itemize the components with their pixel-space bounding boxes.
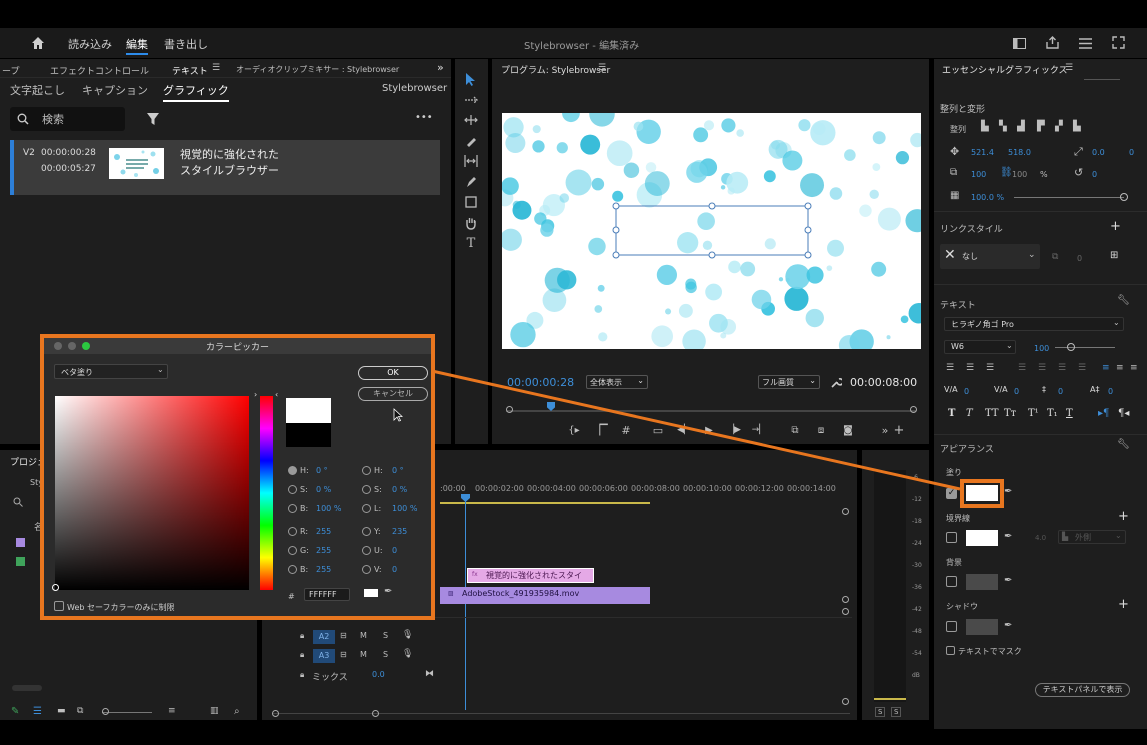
radio-g[interactable] (288, 546, 297, 555)
s2-value[interactable]: 0 % (392, 485, 407, 494)
b-rgb-value[interactable]: 255 (316, 565, 331, 574)
hex-hash: # (288, 592, 295, 601)
h-value[interactable]: 0 ° (316, 466, 328, 475)
fill-mode-select[interactable]: ベタ塗り ⌄ (54, 364, 168, 379)
hue-slider[interactable]: › ‹ (254, 390, 278, 590)
ok-label: OK (387, 368, 399, 377)
g-value[interactable]: 255 (316, 546, 331, 555)
radio-h2[interactable] (362, 466, 371, 475)
hex-value: FFFFFF (309, 590, 337, 599)
y-value[interactable]: 235 (392, 527, 407, 536)
ok-button[interactable]: OK (358, 366, 428, 380)
radio-s2[interactable] (362, 485, 371, 494)
old-color-swatch (286, 423, 331, 447)
cancel-label: キャンセル (373, 389, 413, 398)
dialog-titlebar[interactable]: カラーピッカー (44, 338, 431, 354)
current-color-chip (364, 589, 378, 597)
radio-s[interactable] (288, 485, 297, 494)
dialog-title: カラーピッカー (206, 343, 270, 353)
new-color-swatch (286, 398, 331, 423)
eyedropper-icon[interactable]: ✒︎ (384, 586, 392, 597)
radio-v[interactable] (362, 565, 371, 574)
s-value[interactable]: 0 % (316, 485, 331, 494)
hsb-fields: H: 0 ° S: 0 % B: 100 % R: 255 G: 255 B: 255 H:… (286, 464, 436, 576)
fill-mode-value: ベタ塗り (61, 368, 93, 377)
saturation-brightness-field[interactable] (52, 396, 249, 591)
hue-left-arrow: › (254, 390, 258, 399)
web-safe-checkbox[interactable] (54, 601, 64, 611)
radio-y[interactable] (362, 527, 371, 536)
radio-l[interactable] (362, 504, 371, 513)
color-cursor (52, 584, 59, 591)
radio-r[interactable] (288, 527, 297, 536)
zoom-window-button[interactable] (82, 342, 90, 350)
u-value[interactable]: 0 (392, 546, 397, 555)
b-value[interactable]: 100 % (316, 504, 341, 513)
l-value[interactable]: 100 % (392, 504, 417, 513)
radio-b-rgb[interactable] (288, 565, 297, 574)
color-picker-dialog: カラーピッカー ベタ塗り ⌄ OK キャンセル › ‹ H: 0 ° S: 0 % … (40, 334, 435, 620)
close-window-button[interactable] (54, 342, 62, 350)
minimize-window-button[interactable] (68, 342, 76, 350)
hex-input[interactable]: FFFFFF (304, 588, 350, 601)
hue-right-arrow: ‹ (275, 390, 279, 399)
cursor-icon (392, 408, 404, 422)
r-value[interactable]: 255 (316, 527, 331, 536)
cancel-button[interactable]: キャンセル (358, 387, 428, 401)
radio-u[interactable] (362, 546, 371, 555)
radio-b[interactable] (288, 504, 297, 513)
v-value[interactable]: 0 (392, 565, 397, 574)
h2-value[interactable]: 0 ° (392, 466, 404, 475)
chevron-down-icon: ⌄ (157, 365, 164, 374)
web-safe-label: Web セーフカラーのみに制限 (67, 603, 175, 612)
radio-h[interactable] (288, 466, 297, 475)
